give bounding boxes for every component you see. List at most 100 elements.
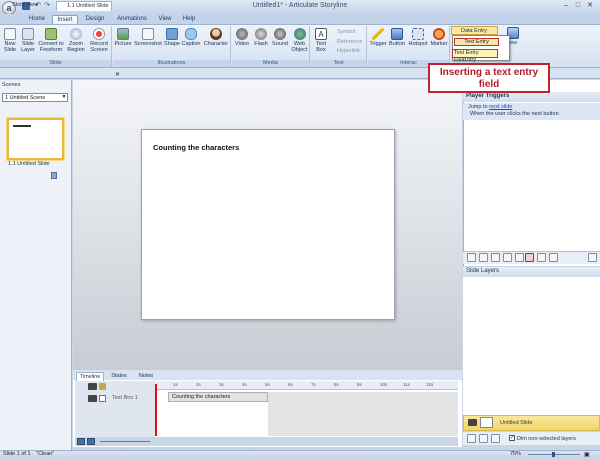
timeline-tick-label: 4s — [242, 382, 247, 387]
close-icon[interactable]: ✕ — [584, 1, 596, 11]
text-box-button[interactable]: A Text Box — [313, 28, 329, 53]
base-layer-label: Untitled Slide — [500, 420, 533, 426]
maximize-icon[interactable]: □ — [572, 1, 584, 11]
hotspot-icon — [412, 28, 424, 40]
layer-thumbnail — [480, 417, 493, 428]
button-icon — [391, 28, 403, 40]
lock-icon[interactable] — [99, 383, 106, 390]
video-button[interactable]: Video — [233, 28, 251, 47]
character-button[interactable]: Character — [203, 28, 229, 47]
thumbnail-title-line — [13, 125, 31, 127]
slide-layer-button[interactable]: Slide Layer — [20, 28, 36, 53]
timeline-zoom-slider[interactable] — [100, 441, 150, 442]
scenes-label: Scenes — [2, 82, 21, 88]
web-object-button[interactable]: Web Object — [290, 28, 309, 53]
lock-toggle[interactable] — [99, 395, 106, 402]
delete-layer-icon[interactable] — [491, 434, 500, 443]
eye-icon[interactable] — [88, 395, 97, 402]
trigger-button[interactable]: Trigger — [369, 28, 387, 47]
timeline-tick-label: 10s — [380, 382, 388, 387]
record-icon — [93, 28, 105, 40]
eye-icon[interactable] — [88, 383, 97, 390]
playhead[interactable] — [155, 384, 157, 436]
duplicate-layer-icon[interactable] — [479, 434, 488, 443]
trigger-options-icon[interactable] — [515, 253, 524, 262]
ribbon-group-media: Video Flash Sound Web Object Media — [232, 26, 310, 67]
stop-icon[interactable] — [87, 438, 95, 445]
timeline-empty-region — [268, 392, 458, 436]
slide-canvas[interactable] — [141, 129, 395, 320]
ribbon-group-slide: New Slide Slide Layer Convert to Freefor… — [0, 26, 112, 67]
screenshot-button[interactable]: Screenshot — [134, 28, 162, 47]
play-icon[interactable] — [77, 438, 85, 445]
timeline-row-label: Text Box 1 — [112, 395, 138, 401]
globe-icon — [293, 28, 306, 40]
copy-trigger-icon[interactable] — [491, 253, 500, 262]
video-icon — [236, 28, 248, 40]
reference-button[interactable]: Reference — [337, 38, 362, 46]
minimize-icon[interactable]: – — [560, 1, 572, 11]
zoom-region-button[interactable]: Zoom Region — [66, 28, 86, 53]
symbol-button[interactable]: Symbol — [337, 28, 355, 36]
tab-story-view[interactable]: Story View — [2, 1, 52, 11]
marker-icon — [433, 28, 445, 40]
eye-icon[interactable] — [468, 419, 477, 426]
data-entry-button[interactable]: Data Entry — [451, 26, 498, 35]
convert-freeform-icon — [45, 28, 57, 40]
tab-states[interactable]: States — [107, 372, 131, 381]
new-trigger-icon[interactable] — [467, 253, 476, 262]
timeline-tab-row — [73, 370, 462, 380]
picture-button[interactable]: Picture — [114, 28, 132, 47]
zoom-slider-handle[interactable] — [552, 452, 555, 457]
variables-icon[interactable] — [588, 253, 597, 262]
group-label-media: Media — [232, 60, 309, 67]
group-label-text: Text — [311, 60, 366, 67]
sound-button[interactable]: Sound — [271, 28, 289, 47]
caption-button[interactable]: Caption — [181, 28, 201, 47]
record-screen-button[interactable]: Record Screen — [88, 28, 110, 53]
delete-trigger-icon[interactable] — [525, 253, 534, 262]
hyperlink-button[interactable]: Hyperlink — [337, 47, 360, 55]
flash-button[interactable]: Flash — [252, 28, 270, 47]
menu-item-text-entry[interactable]: Text Entry — [454, 38, 499, 46]
button-button[interactable]: Button — [388, 28, 406, 47]
timeline-tick-label: 8s — [334, 382, 339, 387]
chevron-down-icon[interactable]: ▼ — [60, 93, 68, 102]
layers-panel — [463, 277, 600, 415]
shape-button[interactable]: Shape — [163, 28, 181, 47]
close-tab-icon[interactable]: ✕ — [115, 71, 120, 78]
timeline-tick-label: 12s — [426, 382, 434, 387]
new-slide-button[interactable]: New Slide — [2, 28, 18, 53]
new-slide-icon — [4, 28, 16, 40]
shape-icon — [166, 28, 178, 40]
ribbon-tab-row: Home Insert Design Animations View Help — [0, 14, 600, 25]
timeline-layer-column — [75, 381, 155, 437]
zoom-region-icon — [70, 28, 82, 40]
move-up-icon[interactable] — [537, 253, 546, 262]
convert-freeform-button[interactable]: Convert to Freeform — [38, 28, 64, 53]
marker-button[interactable]: Marker — [429, 28, 449, 47]
edit-trigger-icon[interactable] — [479, 253, 488, 262]
group-label-slide: Slide — [0, 60, 111, 67]
zoom-level: 75% — [510, 451, 522, 457]
paste-trigger-icon[interactable] — [503, 253, 512, 262]
move-down-icon[interactable] — [549, 253, 558, 262]
slide-text-box[interactable]: Counting the characters — [153, 143, 239, 152]
dim-layers-checkbox[interactable]: ✓ — [509, 435, 515, 441]
timeline-tick-label: 5s — [265, 382, 270, 387]
tab-notes[interactable]: Notes — [135, 372, 157, 381]
new-layer-icon[interactable] — [467, 434, 476, 443]
menu-item-text-entry-field[interactable]: Text Entry Fieldntry — [452, 49, 498, 63]
dim-layers-label: Dim non-selected layers — [517, 436, 576, 442]
ribbon-group-illustrations: Picture Screenshot Shape Caption Charact… — [113, 26, 231, 67]
tab-timeline[interactable]: Timeline — [76, 372, 104, 381]
scene-select[interactable]: 1 Untitled Scene — [2, 93, 68, 102]
fit-window-icon[interactable]: ▣ — [584, 451, 590, 458]
timeline-object-bar[interactable]: Counting the characters — [168, 392, 268, 402]
status-theme: "Clean" — [36, 451, 55, 457]
hotspot-button[interactable]: Hotspot — [408, 28, 428, 47]
trigger-target-link[interactable]: next slide — [489, 104, 512, 110]
slide-thumbnail-label: 1.1 Untitled Slide — [8, 161, 50, 167]
trigger-condition: When the user clicks the next button — [470, 111, 559, 117]
tab-untitled-slide[interactable]: 1.1 Untitled Slide — [56, 1, 112, 11]
